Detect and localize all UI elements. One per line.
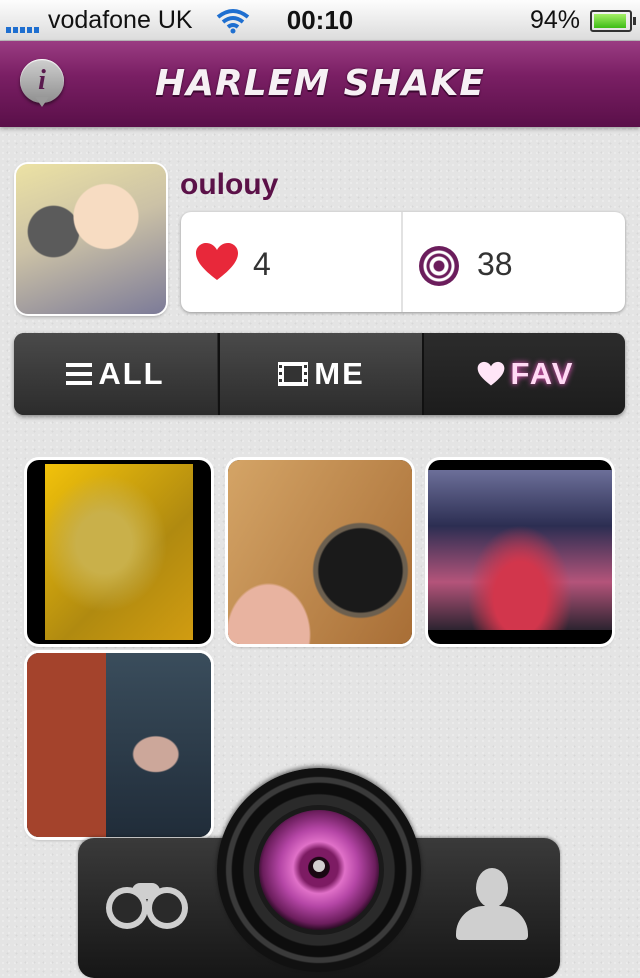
video-thumb[interactable] [428, 460, 612, 644]
video-thumb[interactable] [228, 460, 412, 644]
views-count: 38 [477, 246, 513, 282]
camera-lens-icon [259, 810, 379, 930]
user-icon[interactable] [456, 868, 528, 940]
record-button[interactable] [217, 768, 421, 972]
video-thumb[interactable] [27, 653, 211, 837]
avatar[interactable] [16, 164, 166, 314]
status-bar: vodafone UK 00:10 94% [0, 0, 640, 41]
heart-icon [196, 243, 238, 280]
stats-card: 4 38 [181, 212, 625, 312]
film-icon [278, 362, 309, 386]
views-icon [419, 246, 459, 286]
app-title: HARLEM SHAKE [154, 63, 485, 104]
tab-me[interactable]: ME [218, 333, 423, 415]
title-bar: i HARLEM SHAKE [0, 41, 640, 127]
tab-all-label: ALL [98, 356, 165, 391]
heart-icon [477, 361, 505, 387]
video-thumb[interactable] [27, 460, 211, 644]
tab-fav-label: FAV [510, 356, 575, 391]
tab-me-label: ME [314, 356, 365, 391]
stats-divider [401, 212, 403, 312]
binoculars-icon[interactable] [106, 883, 186, 927]
list-icon [66, 362, 93, 386]
battery-percent: 94% [529, 6, 580, 34]
likes-count: 4 [253, 246, 271, 282]
tab-all[interactable]: ALL [14, 333, 217, 415]
username: oulouy [180, 168, 279, 201]
battery-icon [590, 10, 636, 32]
filter-tabs: ALL ME FAV [14, 333, 625, 415]
tab-fav[interactable]: FAV [422, 333, 625, 415]
